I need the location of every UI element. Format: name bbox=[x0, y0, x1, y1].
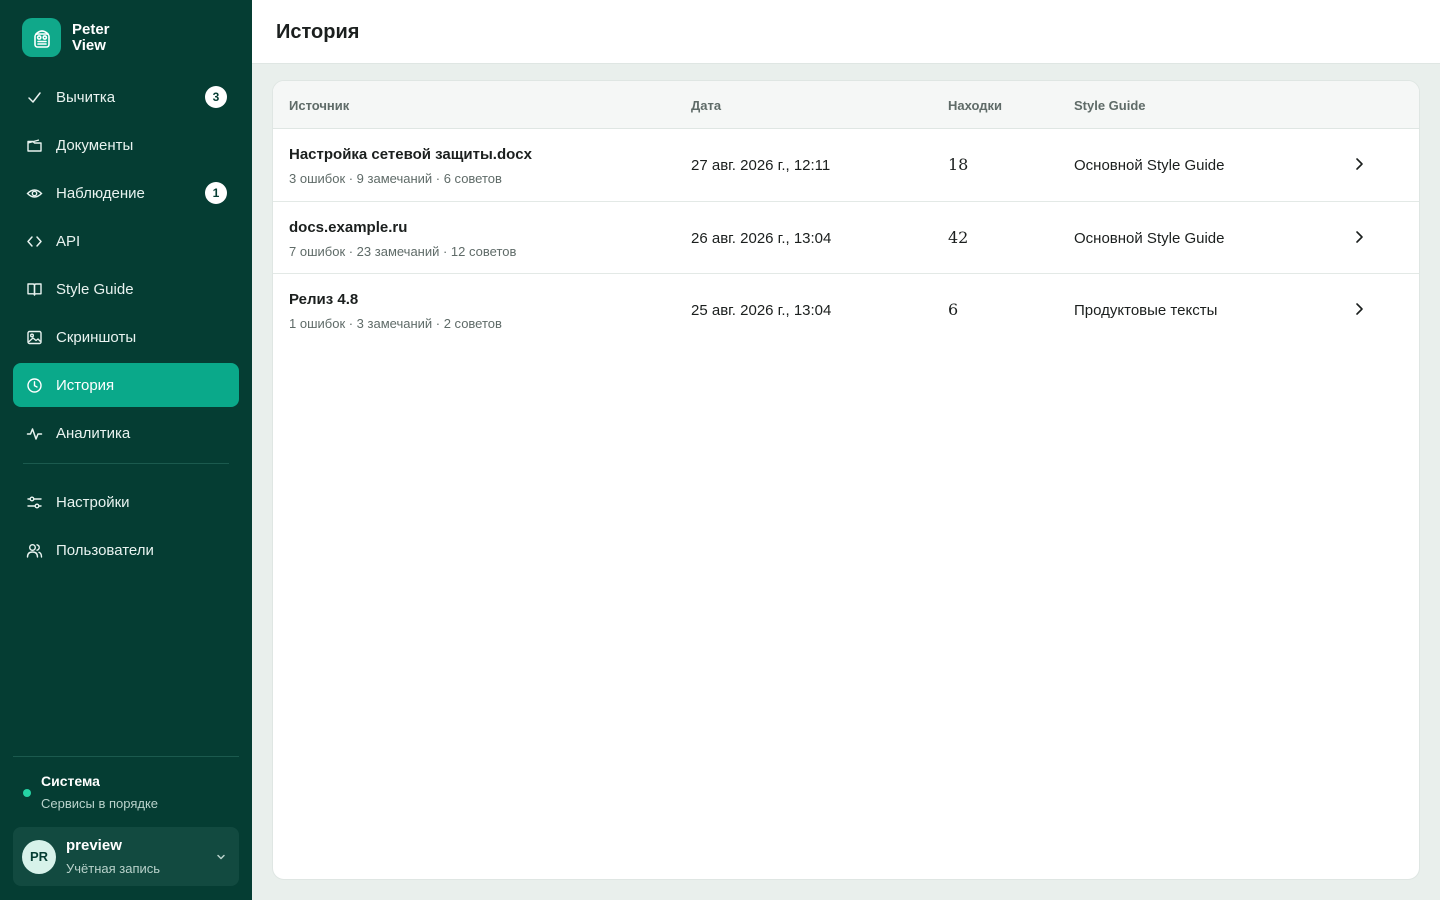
sidebar-item-label: API bbox=[56, 232, 81, 250]
account-name: preview bbox=[66, 837, 122, 854]
code-icon bbox=[26, 233, 43, 250]
sidebar-item-documents[interactable]: Документы bbox=[13, 123, 239, 167]
activity-icon bbox=[26, 425, 43, 442]
source-title: docs.example.ru bbox=[289, 218, 408, 236]
table-header: Источник Дата Находки Style Guide bbox=[273, 81, 1419, 129]
sidebar-divider bbox=[23, 463, 229, 464]
sidebar-item-label: Аналитика bbox=[56, 424, 131, 442]
sidebar-item-users[interactable]: Пользователи bbox=[13, 528, 239, 572]
column-header-findings: Находки bbox=[948, 98, 1003, 113]
account-subtitle: Учётная запись bbox=[66, 861, 161, 876]
image-icon bbox=[26, 329, 43, 346]
sidebar-item-label: Вычитка bbox=[56, 88, 116, 106]
sidebar-item-label: Style Guide bbox=[56, 280, 134, 298]
sidebar-item-style-guide[interactable]: Style Guide bbox=[13, 267, 239, 311]
source-cell: Релиз 4.8 1 ошибок · 3 замечаний · 2 сов… bbox=[289, 291, 502, 331]
sidebar-item-proofreading[interactable]: Вычитка 3 bbox=[13, 75, 239, 119]
column-header-date: Дата bbox=[691, 98, 722, 113]
brand-name: Peter View bbox=[72, 20, 110, 54]
chevron-right-icon[interactable] bbox=[1351, 301, 1367, 317]
chevron-right-icon[interactable] bbox=[1351, 156, 1367, 172]
sidebar-item-label: Настройки bbox=[56, 493, 130, 511]
sidebar-item-monitoring[interactable]: Наблюдение 1 bbox=[13, 171, 239, 215]
source-summary: 1 ошибок · 3 замечаний · 2 советов bbox=[289, 316, 502, 331]
sidebar-item-label: Документы bbox=[56, 136, 134, 154]
sidebar-item-settings[interactable]: Настройки bbox=[13, 480, 239, 524]
date-cell: 26 авг. 2026 г., 13:04 bbox=[691, 229, 832, 247]
brand-name-line2: View bbox=[72, 36, 106, 54]
source-summary: 3 ошибок · 9 замечаний · 6 советов bbox=[289, 171, 502, 186]
column-header-style-guide: Style Guide bbox=[1074, 98, 1146, 113]
status-dot-icon bbox=[23, 789, 31, 797]
avatar: PR bbox=[22, 839, 56, 874]
account-menu[interactable]: PR preview Учётная запись bbox=[13, 827, 239, 886]
source-summary: 7 ошибок · 23 замечаний · 12 советов bbox=[289, 243, 517, 259]
sidebar-item-label: Пользователи bbox=[56, 541, 154, 559]
robot-logo-icon bbox=[22, 18, 61, 57]
source-title: Настройка сетевой защиты.docx bbox=[289, 146, 532, 163]
style-guide-cell: Основной Style Guide bbox=[1074, 229, 1225, 247]
history-table: Источник Дата Находки Style Guide Настро… bbox=[272, 80, 1420, 880]
findings-cell: 18 bbox=[948, 155, 969, 174]
status-subtitle: Сервисы в порядке bbox=[41, 796, 159, 811]
status-title: Система bbox=[41, 773, 100, 789]
sidebar-item-analytics[interactable]: Аналитика bbox=[13, 411, 239, 455]
findings-cell: 42 bbox=[948, 227, 969, 247]
eye-icon bbox=[26, 185, 43, 202]
book-icon bbox=[26, 281, 43, 298]
source-title: Релиз 4.8 bbox=[289, 291, 359, 308]
sidebar-item-screenshots[interactable]: Скриншоты bbox=[13, 315, 239, 359]
source-cell: docs.example.ru 7 ошибок · 23 замечаний … bbox=[289, 219, 516, 259]
brand-name-line1: Peter bbox=[72, 20, 110, 38]
check-icon bbox=[26, 89, 43, 106]
users-icon bbox=[26, 542, 43, 559]
column-header-source: Источник bbox=[289, 98, 350, 113]
page-header: История bbox=[252, 0, 1440, 64]
sidebar-item-history[interactable]: История bbox=[13, 363, 239, 407]
sidebar: Peter View Вычитка 3 Документы Наблюдени… bbox=[0, 0, 252, 900]
style-guide-cell: Продуктовые тексты bbox=[1074, 302, 1218, 319]
style-guide-cell: Основной Style Guide bbox=[1074, 157, 1225, 174]
clock-icon bbox=[26, 377, 43, 394]
account-info: preview Учётная запись bbox=[66, 837, 215, 876]
sidebar-nav: Вычитка 3 Документы Наблюдение 1 API Sty… bbox=[13, 75, 239, 576]
sidebar-item-label: Наблюдение bbox=[56, 184, 145, 202]
page-title: История bbox=[276, 21, 360, 43]
table-row[interactable]: docs.example.ru 7 ошибок · 23 замечаний … bbox=[273, 202, 1419, 274]
table-row[interactable]: Релиз 4.8 1 ошибок · 3 замечаний · 2 сов… bbox=[273, 274, 1419, 347]
count-badge: 3 bbox=[205, 86, 227, 108]
count-badge: 1 bbox=[205, 182, 227, 204]
date-cell: 27 авг. 2026 г., 12:11 bbox=[691, 157, 831, 174]
chevron-right-icon[interactable] bbox=[1351, 229, 1367, 245]
date-cell: 25 авг. 2026 г., 13:04 bbox=[691, 302, 832, 319]
chevron-down-icon bbox=[217, 854, 225, 859]
brand[interactable]: Peter View bbox=[22, 18, 110, 57]
sidebar-item-label: История bbox=[56, 376, 115, 394]
sliders-icon bbox=[26, 494, 43, 511]
folder-icon bbox=[26, 137, 43, 154]
system-status: Система Сервисы в порядке bbox=[13, 756, 239, 811]
table-row[interactable]: Настройка сетевой защиты.docx 3 ошибок ·… bbox=[273, 129, 1419, 202]
source-cell: Настройка сетевой защиты.docx 3 ошибок ·… bbox=[289, 146, 532, 186]
sidebar-item-label: Скриншоты bbox=[56, 328, 137, 346]
sidebar-item-api[interactable]: API bbox=[13, 219, 239, 263]
findings-cell: 6 bbox=[948, 300, 959, 319]
